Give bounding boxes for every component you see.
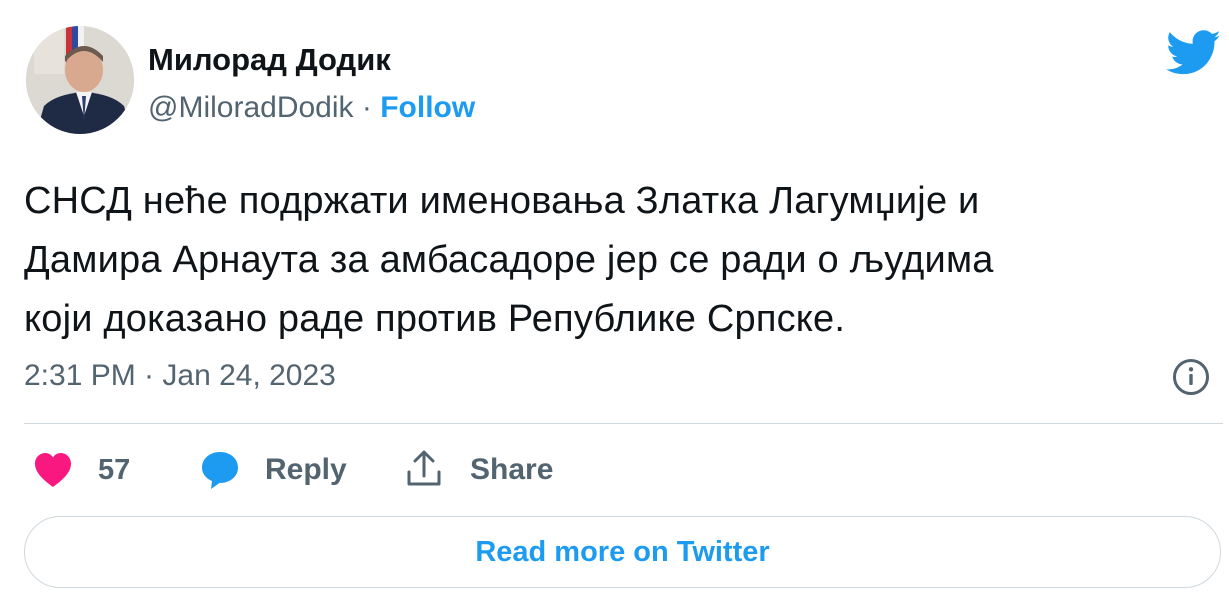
- handle-row: @MiloradDodik · Follow: [148, 88, 475, 128]
- avatar[interactable]: [26, 26, 134, 134]
- reply-button[interactable]: Reply: [265, 450, 347, 490]
- info-icon[interactable]: [1171, 357, 1211, 397]
- tweet-embed: Милорад Додик @MiloradDodik · Follow СНС…: [0, 0, 1229, 600]
- tweet-text-line: СНСД неће подржати именовања Златка Лагу…: [24, 180, 980, 222]
- share-arrow-icon[interactable]: [404, 448, 444, 490]
- author-handle[interactable]: @MiloradDodik: [148, 91, 354, 124]
- divider: [24, 423, 1223, 424]
- read-more-button[interactable]: Read more on Twitter: [24, 516, 1221, 588]
- timestamp[interactable]: 2:31 PM · Jan 24, 2023: [24, 356, 336, 396]
- tweet-text-line: Дамира Арнаута за амбасадоре јер се ради…: [24, 239, 994, 281]
- separator-dot: ·: [361, 91, 372, 124]
- author-name[interactable]: Милорад Додик: [148, 40, 391, 80]
- heart-icon[interactable]: [32, 450, 74, 490]
- speech-bubble-icon[interactable]: [198, 448, 242, 492]
- twitter-bird-icon[interactable]: [1166, 30, 1222, 76]
- follow-button[interactable]: Follow: [380, 91, 475, 124]
- tweet-text-line: који доказано раде против Републике Српс…: [24, 298, 846, 340]
- tweet-text: СНСД неће подржати именовања Златка Лагу…: [24, 172, 1214, 349]
- share-button[interactable]: Share: [470, 450, 553, 490]
- like-count[interactable]: 57: [98, 450, 130, 490]
